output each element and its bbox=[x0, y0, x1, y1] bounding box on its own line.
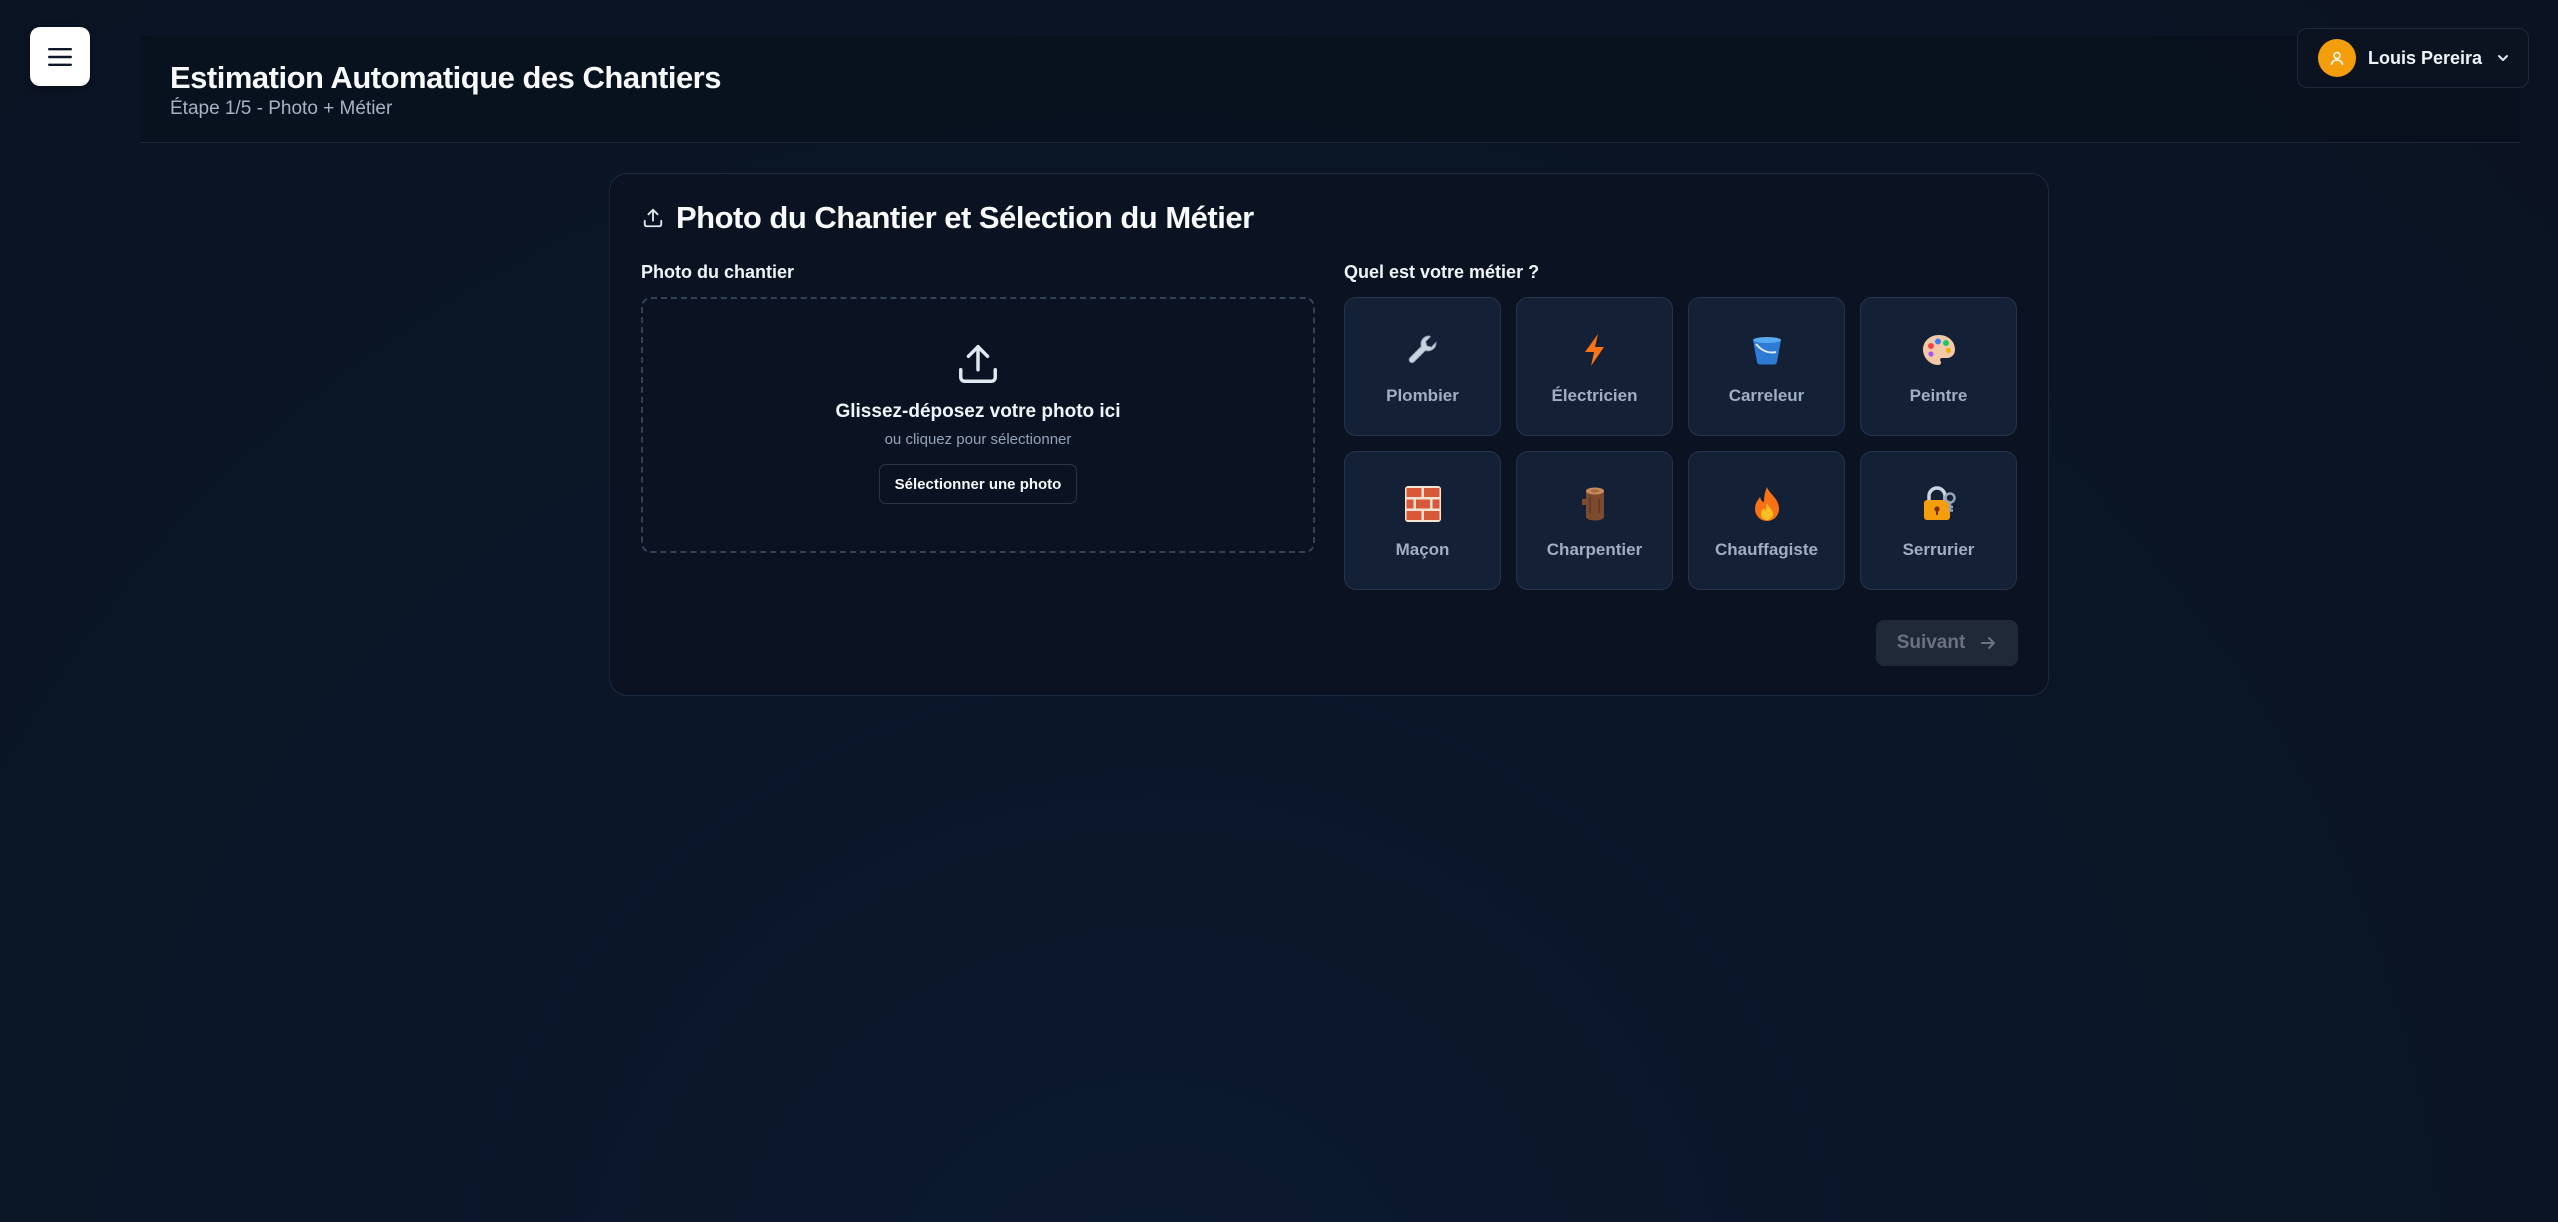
trade-option-charpentier[interactable]: Charpentier bbox=[1516, 451, 1673, 590]
wrench-icon bbox=[1403, 330, 1443, 370]
flame-icon bbox=[1747, 484, 1787, 524]
trade-label: Carreleur bbox=[1728, 386, 1805, 405]
trade-option-electricien[interactable]: Électricien bbox=[1516, 297, 1673, 436]
trade-label: Serrurier bbox=[1902, 540, 1975, 559]
dropzone-title: Glissez-déposez votre photo ici bbox=[835, 401, 1121, 422]
photo-section-label: Photo du chantier bbox=[641, 262, 794, 282]
select-photo-button[interactable]: Sélectionner une photo bbox=[878, 464, 1078, 504]
user-name: Louis Pereira bbox=[2368, 47, 2483, 68]
page-title: Estimation Automatique des Chantiers bbox=[170, 60, 722, 95]
avatar bbox=[2318, 39, 2356, 77]
step-indicator: Étape 1/5 - Photo + Métier bbox=[170, 98, 393, 119]
tile-bucket-icon bbox=[1747, 330, 1787, 370]
user-icon bbox=[2330, 51, 2344, 66]
lock-key-icon bbox=[1919, 484, 1959, 524]
upload-icon bbox=[959, 345, 997, 383]
page-header: Estimation Automatique des Chantiers Éta… bbox=[140, 36, 2520, 143]
next-button[interactable]: Suivant bbox=[1876, 620, 2018, 666]
chevron-down-icon bbox=[2496, 51, 2510, 65]
upload-icon bbox=[643, 208, 663, 228]
photo-dropzone[interactable]: Glissez-déposez votre photo ici ou cliqu… bbox=[641, 297, 1315, 553]
menu-icon bbox=[48, 47, 72, 66]
estimation-card: Photo du Chantier et Sélection du Métier… bbox=[609, 173, 2049, 696]
trade-option-peintre[interactable]: Peintre bbox=[1860, 297, 2017, 436]
dropzone-hint: ou cliquez pour sélectionner bbox=[884, 431, 1072, 448]
palette-icon bbox=[1919, 330, 1959, 370]
trade-grid: Plombier Électricien Carreleur Peintre M… bbox=[1344, 297, 2018, 590]
card-title: Photo du Chantier et Sélection du Métier bbox=[676, 200, 1254, 235]
trade-label: Électricien bbox=[1551, 386, 1638, 405]
trade-option-macon[interactable]: Maçon bbox=[1344, 451, 1501, 590]
trade-label: Charpentier bbox=[1546, 540, 1643, 559]
arrow-right-icon bbox=[1979, 634, 1997, 652]
trade-section-label: Quel est votre métier ? bbox=[1344, 262, 1540, 282]
trade-label: Peintre bbox=[1909, 386, 1968, 405]
trade-option-serrurier[interactable]: Serrurier bbox=[1860, 451, 2017, 590]
trade-option-carreleur[interactable]: Carreleur bbox=[1688, 297, 1845, 436]
lightning-icon bbox=[1575, 330, 1615, 370]
brick-icon bbox=[1403, 484, 1443, 524]
trade-option-plombier[interactable]: Plombier bbox=[1344, 297, 1501, 436]
trade-label: Maçon bbox=[1395, 540, 1450, 559]
next-button-label: Suivant bbox=[1896, 632, 1966, 653]
wood-log-icon bbox=[1575, 484, 1615, 524]
trade-label: Plombier bbox=[1386, 386, 1459, 405]
card-header: Photo du Chantier et Sélection du Métier bbox=[642, 200, 1254, 236]
user-menu-button[interactable]: Louis Pereira bbox=[2297, 28, 2529, 88]
trade-option-chauffagiste[interactable]: Chauffagiste bbox=[1688, 451, 1845, 590]
hamburger-menu-button[interactable] bbox=[30, 27, 90, 86]
trade-label: Chauffagiste bbox=[1715, 540, 1818, 559]
